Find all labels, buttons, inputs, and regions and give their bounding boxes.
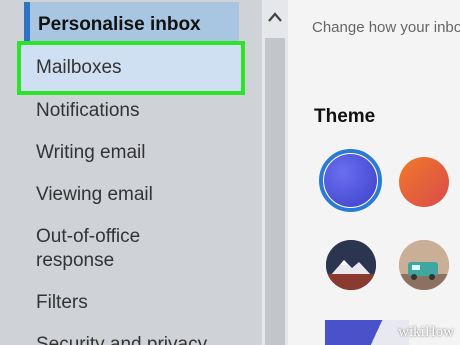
scroll-thumb[interactable] <box>265 38 285 345</box>
sidebar-item-writing-email[interactable]: Writing email <box>36 141 145 165</box>
main-panel: Change how your inbox looks Theme <box>288 0 460 345</box>
sidebar-item-out-of-office[interactable]: Out-of-office <box>36 225 140 249</box>
sidebar-item-security-privacy[interactable]: Security and privacy <box>36 333 207 345</box>
settings-sidebar: Personalise inbox Mailboxes Notification… <box>0 0 262 345</box>
van-thumbnail-icon <box>399 240 449 290</box>
sidebar-item-mailboxes[interactable]: Mailboxes <box>17 41 245 95</box>
sidebar-scrollbar[interactable] <box>262 0 288 345</box>
theme-heading: Theme <box>314 106 376 127</box>
chevron-up-icon <box>268 12 282 22</box>
mountain-thumbnail-icon <box>326 240 376 290</box>
sidebar-item-viewing-email[interactable]: Viewing email <box>36 183 153 207</box>
theme-swatch-blue[interactable] <box>324 154 377 207</box>
theme-swatch-orange[interactable] <box>399 157 449 207</box>
theme-swatch-mountain[interactable] <box>326 240 376 290</box>
page-description: Change how your inbox looks <box>312 19 460 36</box>
sidebar-item-out-of-office-line2[interactable]: response <box>36 249 114 273</box>
sidebar-item-notifications[interactable]: Notifications <box>36 99 140 123</box>
theme-swatch-bottom-partial[interactable] <box>325 320 409 345</box>
scroll-up-button[interactable] <box>262 0 288 34</box>
sidebar-item-filters[interactable]: Filters <box>36 291 88 315</box>
watermark: wikiHow <box>398 324 454 340</box>
theme-swatch-van[interactable] <box>399 240 449 290</box>
